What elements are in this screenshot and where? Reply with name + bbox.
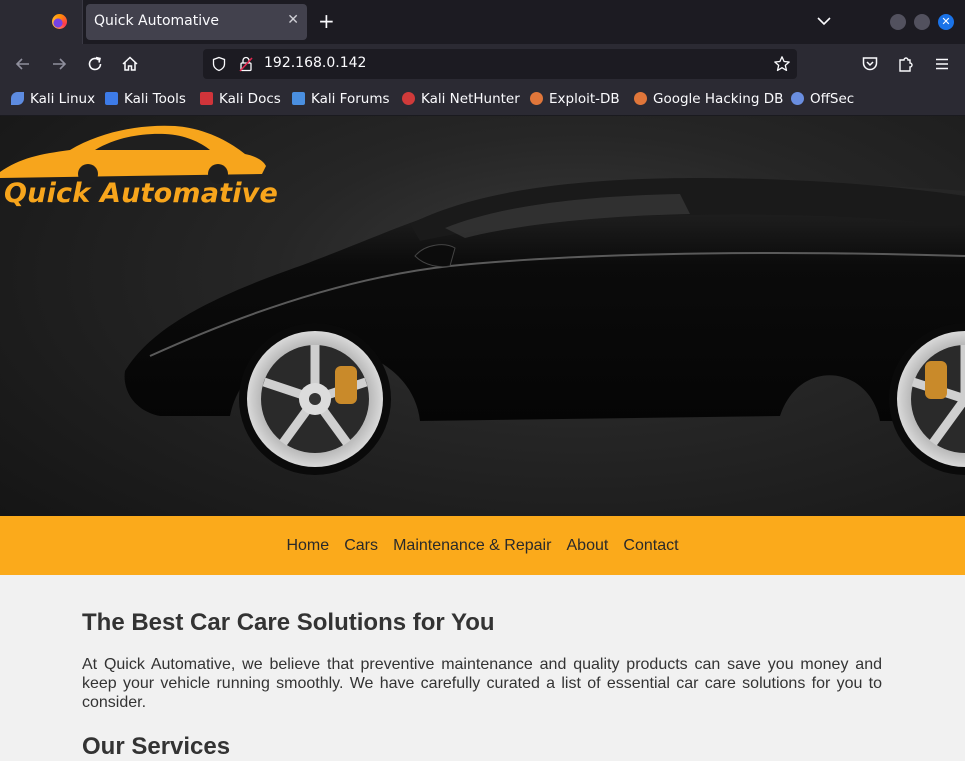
main-content: The Best Car Care Solutions for You At Q…: [82, 575, 882, 761]
bookmark-label: OffSec: [810, 91, 855, 107]
address-bar[interactable]: 192.168.0.142: [203, 49, 797, 79]
bookmark-kali-linux[interactable]: Kali Linux: [11, 91, 95, 107]
bookmark-kali-nethunter[interactable]: Kali NetHunter: [402, 91, 520, 107]
forward-icon[interactable]: [49, 54, 69, 74]
tab-bar-left-pane: [0, 0, 83, 44]
extensions-icon[interactable]: [896, 54, 916, 74]
firefox-icon: [52, 14, 67, 29]
bookmark-google-hacking-db[interactable]: Google Hacking DB: [634, 91, 783, 107]
pocket-icon[interactable]: [860, 54, 880, 74]
active-tab[interactable]: Quick Automative ✕: [86, 4, 307, 40]
nav-link-maintenance-repair[interactable]: Maintenance & Repair: [393, 516, 551, 575]
logo-text[interactable]: Quick Automative: [4, 178, 278, 209]
bookmarks-toolbar: Kali Linux Kali Tools Kali Docs Kali For…: [0, 84, 965, 116]
tab-close-icon[interactable]: ✕: [287, 12, 299, 28]
nav-link-about[interactable]: About: [567, 516, 609, 575]
kali-dragon-icon: [11, 92, 24, 105]
menu-icon[interactable]: [932, 54, 952, 74]
reload-icon[interactable]: [85, 54, 105, 74]
bookmark-label: Kali Tools: [124, 91, 186, 107]
bookmark-label: Kali NetHunter: [421, 91, 520, 107]
shield-icon[interactable]: [211, 56, 227, 72]
bookmark-star-icon[interactable]: [773, 55, 791, 73]
ghdb-icon: [634, 92, 647, 105]
intro-paragraph: At Quick Automative, we believe that pre…: [82, 656, 882, 711]
bookmark-label: Google Hacking DB: [653, 91, 784, 107]
url-text: 192.168.0.142: [264, 55, 367, 71]
bookmark-exploit-db[interactable]: Exploit-DB: [530, 91, 620, 107]
list-all-tabs-icon[interactable]: [815, 12, 833, 30]
nav-link-cars[interactable]: Cars: [344, 516, 378, 575]
bookmark-label: Kali Forums: [311, 91, 390, 107]
bookmark-kali-forums[interactable]: Kali Forums: [292, 91, 390, 107]
home-icon[interactable]: [120, 54, 140, 74]
bookmark-label: Kali Docs: [219, 91, 281, 107]
maximize-window-button[interactable]: [914, 14, 930, 30]
kali-docs-icon: [200, 92, 213, 105]
bookmark-kali-docs[interactable]: Kali Docs: [200, 91, 281, 107]
minimize-window-button[interactable]: [890, 14, 906, 30]
new-tab-icon[interactable]: +: [318, 9, 335, 33]
nav-link-home[interactable]: Home: [286, 516, 329, 575]
tab-title: Quick Automative: [94, 13, 220, 29]
offsec-icon: [791, 92, 804, 105]
bookmark-label: Kali Linux: [30, 91, 96, 107]
hero-banner: Quick Automative: [0, 116, 965, 516]
bookmark-label: Exploit-DB: [549, 91, 620, 107]
bookmark-offsec[interactable]: OffSec: [791, 91, 854, 107]
close-window-button[interactable]: ✕: [938, 14, 954, 30]
nav-link-contact[interactable]: Contact: [623, 516, 678, 575]
site-navigation: Home Cars Maintenance & Repair About Con…: [0, 516, 965, 575]
back-icon[interactable]: [13, 54, 33, 74]
exploit-db-icon: [530, 92, 543, 105]
insecure-lock-icon[interactable]: [239, 56, 253, 72]
bookmark-kali-tools[interactable]: Kali Tools: [105, 91, 186, 107]
page-heading: The Best Car Care Solutions for You: [82, 609, 495, 636]
browser-tab-bar: Quick Automative ✕ + ✕: [0, 0, 965, 44]
navigation-toolbar: 192.168.0.142: [0, 44, 965, 84]
section-heading: Our Services: [82, 733, 231, 760]
kali-tools-icon: [105, 92, 118, 105]
nethunter-icon: [402, 92, 415, 105]
kali-forums-icon: [292, 92, 305, 105]
